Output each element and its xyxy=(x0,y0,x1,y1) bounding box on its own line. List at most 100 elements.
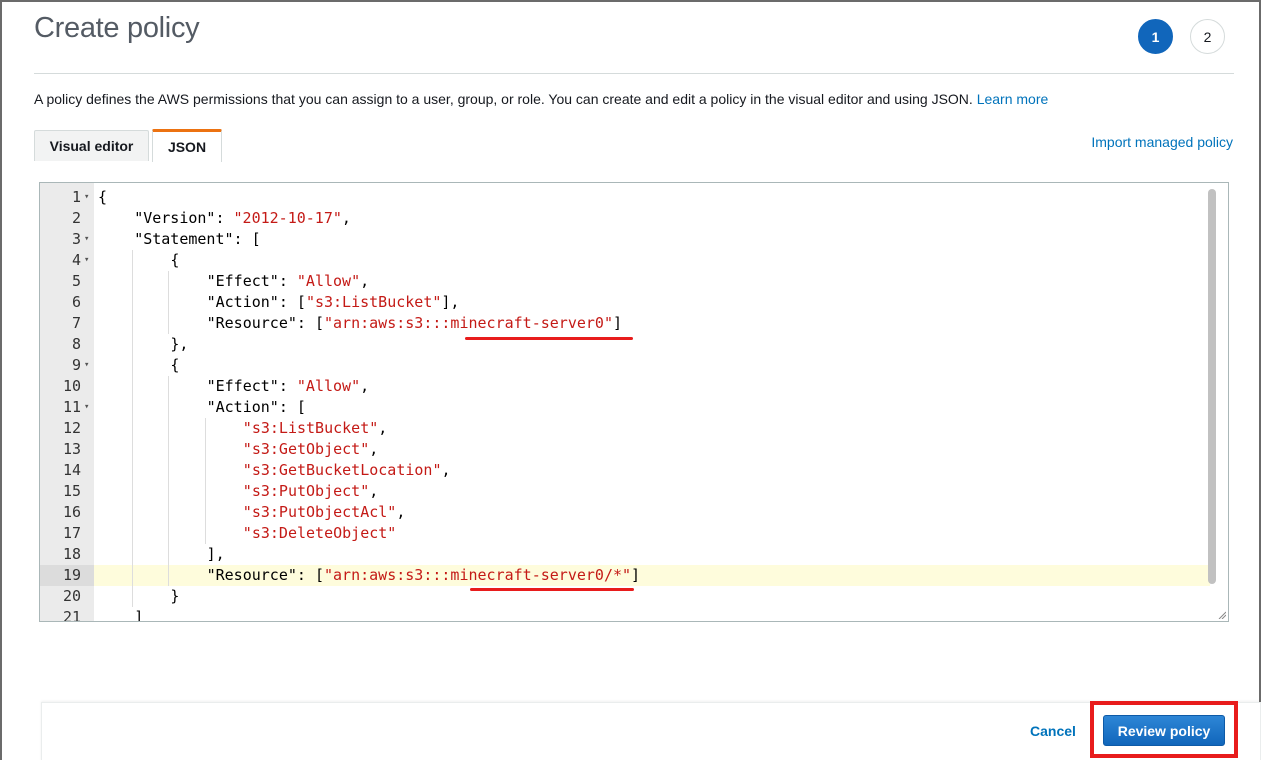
indent-guide xyxy=(204,481,206,502)
line-number: 21 xyxy=(62,608,81,622)
indent-guide xyxy=(204,418,206,439)
code-line[interactable]: 9 ▾{ xyxy=(40,355,1210,376)
fold-arrow-icon[interactable]: ▾ xyxy=(84,229,94,250)
import-managed-policy-link[interactable]: Import managed policy xyxy=(1091,134,1233,150)
code-text: ], xyxy=(207,544,225,565)
punctuation-token: ] xyxy=(612,314,623,332)
code-line[interactable]: 2 "Version": "2012-10-17", xyxy=(40,208,1210,229)
line-number: 7 xyxy=(71,314,81,332)
tab-visual-editor[interactable]: Visual editor xyxy=(34,130,149,161)
code-line[interactable]: 4 ▾{ xyxy=(40,250,1210,271)
code-text: "s3:PutObjectAcl", xyxy=(243,502,406,523)
punctuation-token: , xyxy=(360,272,370,290)
editor-scrollbar[interactable] xyxy=(1208,189,1216,584)
fold-arrow-icon[interactable]: ▾ xyxy=(84,250,94,271)
code-text: "s3:GetBucketLocation", xyxy=(243,460,451,481)
punctuation-token: "Resource": [ xyxy=(206,314,324,332)
code-text: "Effect": "Allow", xyxy=(207,271,370,292)
punctuation-token: , xyxy=(341,209,351,227)
punctuation-token: , xyxy=(360,377,370,395)
page-title: Create policy xyxy=(34,12,200,44)
indent-guide xyxy=(132,481,134,502)
indent-guide xyxy=(132,334,134,355)
annotation-underline-bucket xyxy=(465,337,633,340)
indent-guide xyxy=(132,355,134,376)
punctuation-token: "Statement": [ xyxy=(134,230,261,248)
indent-guide xyxy=(168,439,170,460)
string-token: "2012-10-17" xyxy=(233,209,342,227)
code-line[interactable]: 21] xyxy=(40,607,1210,622)
punctuation-token: "Version": xyxy=(134,209,234,227)
punctuation-token: , xyxy=(378,419,388,437)
fold-arrow-icon[interactable]: ▾ xyxy=(84,397,94,418)
code-line[interactable]: 6 "Action": ["s3:ListBucket"], xyxy=(40,292,1210,313)
punctuation-token: "Effect": xyxy=(206,272,297,290)
json-code-editor[interactable]: 1 ▾{2 "Version": "2012-10-17", 3 ▾ "Statement… xyxy=(39,182,1229,622)
code-line[interactable]: 16 "s3:PutObjectAcl", xyxy=(40,502,1210,523)
code-line[interactable]: 14 "s3:GetBucketLocation", xyxy=(40,460,1210,481)
string-token: "s3:GetObject" xyxy=(242,440,370,458)
code-text: { xyxy=(170,250,179,271)
code-line[interactable]: 10 "Effect": "Allow", xyxy=(40,376,1210,397)
code-text: "Version": "2012-10-17", xyxy=(134,208,351,229)
indent-guide xyxy=(132,397,134,418)
tab-json[interactable]: JSON xyxy=(152,129,222,162)
line-number: 16 xyxy=(62,503,81,521)
string-token: "s3:DeleteObject" xyxy=(242,524,397,542)
code-text: "Action": ["s3:ListBucket"], xyxy=(207,292,460,313)
indent-guide xyxy=(132,523,134,544)
string-token: "s3:ListBucket" xyxy=(242,419,379,437)
line-number: 20 xyxy=(62,587,81,605)
indent-guide xyxy=(132,439,134,460)
code-text: "Action": [ xyxy=(207,397,306,418)
fold-arrow-icon[interactable]: ▾ xyxy=(84,187,94,208)
line-number: 18 xyxy=(62,545,81,563)
punctuation-token: }, xyxy=(170,335,189,353)
line-number: 2 xyxy=(71,209,81,227)
string-token: "s3:GetBucketLocation" xyxy=(242,461,442,479)
code-text: { xyxy=(98,187,107,208)
indent-guide xyxy=(168,481,170,502)
indent-guide xyxy=(132,460,134,481)
punctuation-token: ] xyxy=(134,608,144,622)
resize-grip-icon[interactable] xyxy=(1218,611,1226,619)
string-token: "s3:PutObjectAcl" xyxy=(242,503,397,521)
line-number: 15 xyxy=(62,482,81,500)
code-line[interactable]: 17 "s3:DeleteObject" xyxy=(40,523,1210,544)
code-line[interactable]: 19 "Resource": ["arn:aws:s3:::minecraft-s… xyxy=(40,565,1210,586)
fold-arrow-icon[interactable]: ▾ xyxy=(84,355,94,376)
indent-guide xyxy=(132,502,134,523)
punctuation-token: } xyxy=(170,587,180,605)
code-line[interactable]: 3 ▾ "Statement": [ xyxy=(40,229,1210,250)
indent-guide xyxy=(168,502,170,523)
indent-guide xyxy=(168,397,170,418)
code-line[interactable]: 5 "Effect": "Allow", xyxy=(40,271,1210,292)
indent-guide xyxy=(168,544,170,565)
code-line[interactable]: 7 "Resource": ["arn:aws:s3:::minecraft-se… xyxy=(40,313,1210,334)
learn-more-link[interactable]: Learn more xyxy=(977,91,1049,107)
code-line[interactable]: 13 "s3:GetObject", xyxy=(40,439,1210,460)
punctuation-token: "Action": [ xyxy=(206,293,306,311)
punctuation-token: , xyxy=(441,461,451,479)
indent-guide xyxy=(168,376,170,397)
indent-guide xyxy=(132,271,134,292)
review-policy-button[interactable]: Review policy xyxy=(1103,715,1225,746)
code-line[interactable]: 12 "s3:ListBucket", xyxy=(40,418,1210,439)
indent-guide xyxy=(204,439,206,460)
code-line[interactable]: 15 "s3:PutObject", xyxy=(40,481,1210,502)
punctuation-token: { xyxy=(98,188,108,206)
line-number: 17 xyxy=(62,524,81,542)
string-token: "Allow" xyxy=(296,377,361,395)
line-number: 8 xyxy=(71,335,81,353)
indent-guide xyxy=(132,418,134,439)
code-line[interactable]: 11 ▾ "Action": [ xyxy=(40,397,1210,418)
line-number: 10 xyxy=(62,377,81,395)
code-line[interactable]: 1 ▾{ xyxy=(40,187,1210,208)
indent-guide xyxy=(204,502,206,523)
annotation-underline-bucket-objects xyxy=(470,588,634,591)
indent-guide xyxy=(132,292,134,313)
code-line[interactable]: 18], xyxy=(40,544,1210,565)
indent-guide xyxy=(168,418,170,439)
string-token: "arn:aws:s3:::minecraft-server0" xyxy=(324,314,613,332)
cancel-button[interactable]: Cancel xyxy=(1030,723,1076,739)
